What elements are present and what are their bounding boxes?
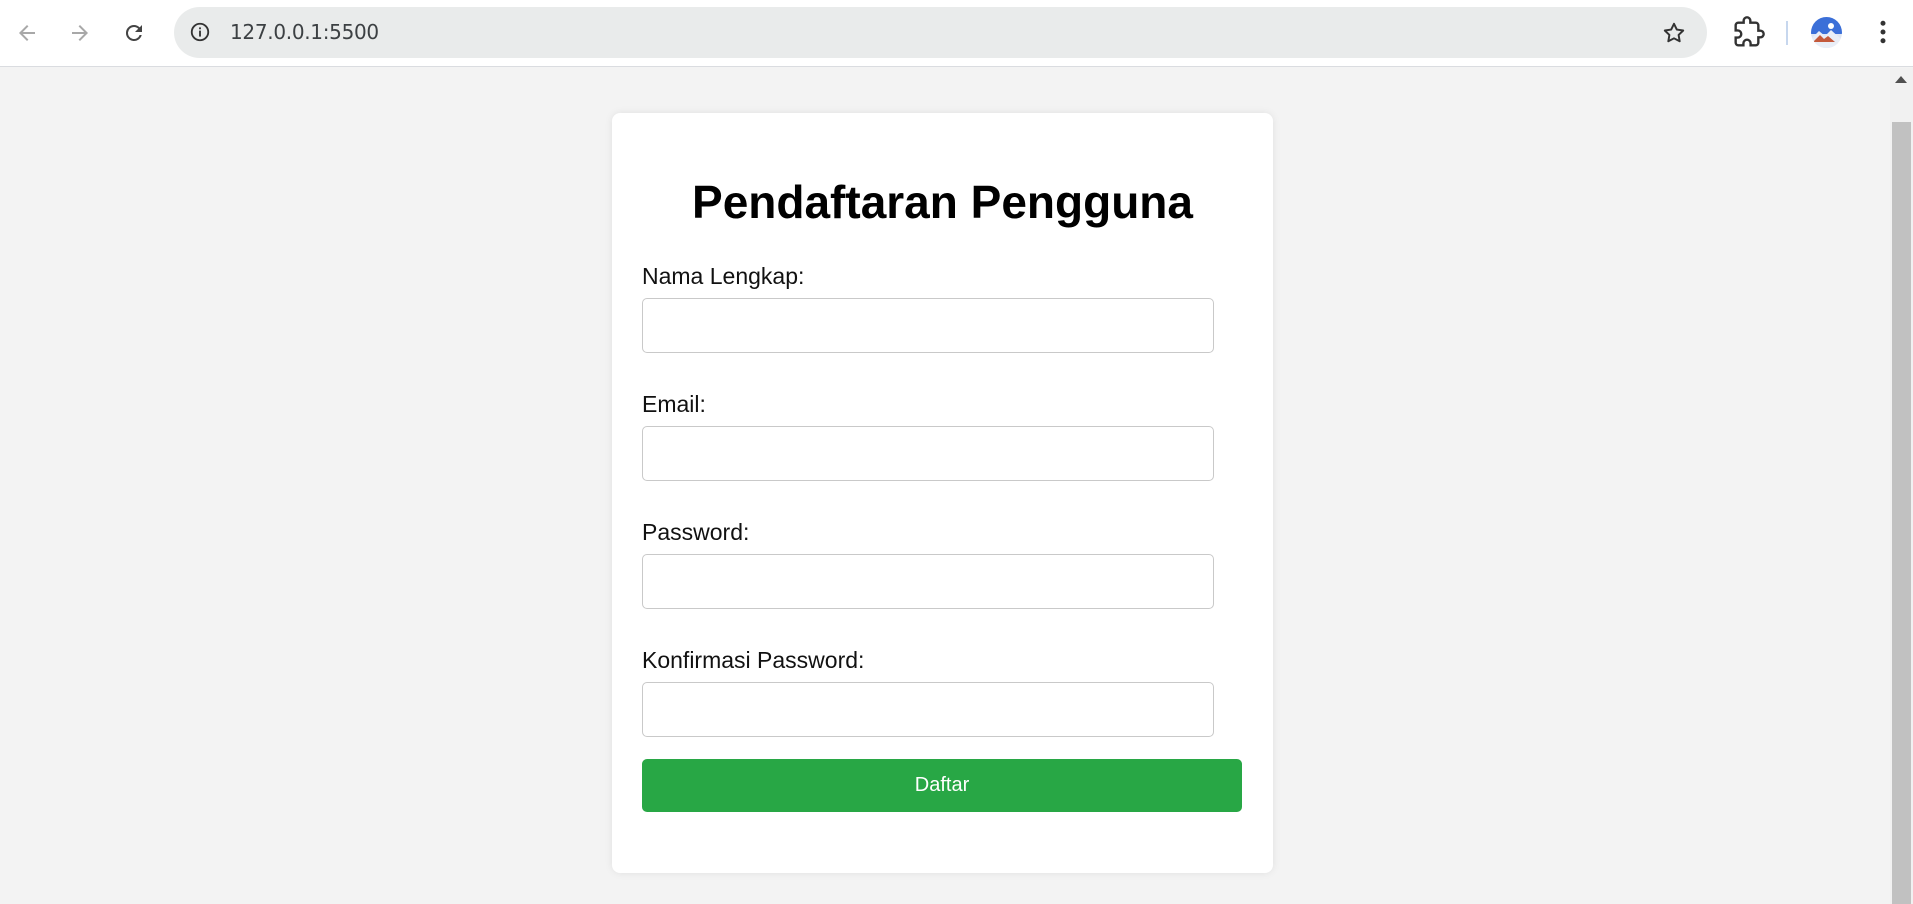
toolbar-divider (1786, 21, 1788, 45)
avatar[interactable] (1811, 17, 1842, 48)
email-label: Email: (642, 391, 706, 417)
page-title: Pendaftaran Pengguna (692, 176, 1193, 228)
puzzle-icon[interactable] (1733, 16, 1765, 48)
star-icon[interactable] (1661, 20, 1687, 46)
browser-toolbar: 127.0.0.1:5500 (0, 0, 1913, 67)
full-name-input[interactable] (642, 298, 1214, 353)
confirm-password-label: Konfirmasi Password: (642, 647, 865, 673)
arrow-left-icon (19, 25, 35, 41)
scroll-up-arrow[interactable] (1895, 76, 1907, 83)
kebab-menu-icon[interactable] (1868, 17, 1898, 47)
address-bar[interactable]: 127.0.0.1:5500 (174, 7, 1707, 58)
confirm-password-input[interactable] (642, 682, 1214, 737)
scroll-thumb[interactable] (1892, 122, 1911, 904)
back-button[interactable] (7, 13, 47, 53)
full-name-label: Nama Lengkap: (642, 263, 805, 289)
profile-picture (1811, 23, 1842, 48)
forward-button[interactable] (60, 13, 100, 53)
password-label: Password: (642, 519, 750, 545)
vertical-scrollbar[interactable] (1890, 68, 1913, 904)
reload-icon (125, 24, 142, 41)
arrow-right-icon (72, 25, 88, 41)
password-input[interactable] (642, 554, 1214, 609)
info-icon (190, 22, 210, 42)
register-button[interactable]: Daftar (642, 759, 1242, 812)
email-input[interactable] (642, 426, 1214, 481)
site-info-button[interactable] (188, 20, 212, 44)
reload-button[interactable] (114, 13, 154, 53)
registration-card: Pendaftaran Pengguna Nama Lengkap: Email… (612, 113, 1273, 873)
url-text[interactable]: 127.0.0.1:5500 (230, 7, 379, 58)
